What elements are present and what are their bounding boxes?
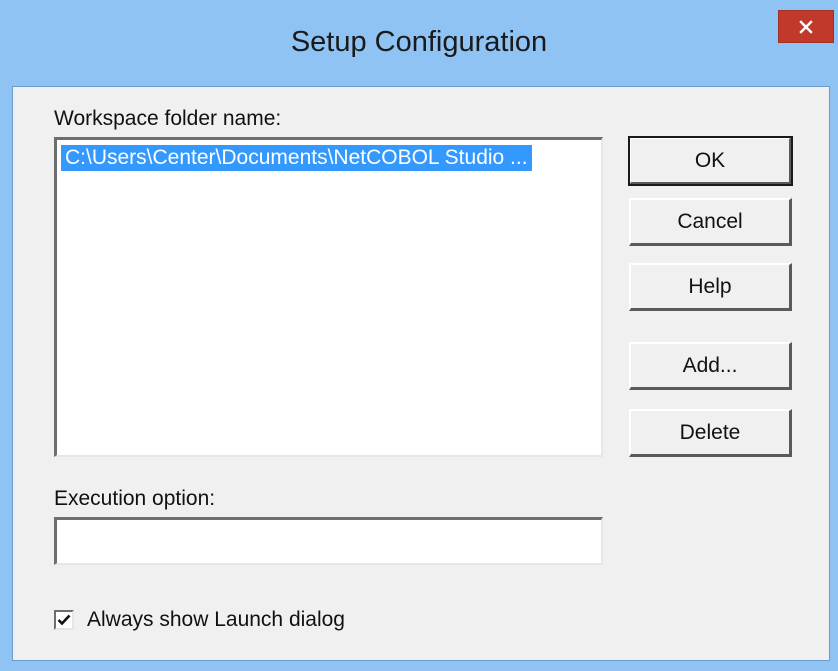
always-show-launch-checkbox[interactable] xyxy=(54,610,74,630)
checkmark-icon xyxy=(57,614,71,626)
dialog-client-area: Workspace folder name: C:\Users\Center\D… xyxy=(12,86,830,661)
cancel-button[interactable]: Cancel xyxy=(629,198,792,246)
workspace-folder-list[interactable]: C:\Users\Center\Documents\NetCOBOL Studi… xyxy=(54,137,603,457)
execution-option-label: Execution option: xyxy=(54,487,216,510)
ok-button[interactable]: OK xyxy=(628,136,793,186)
delete-button[interactable]: Delete xyxy=(629,409,792,457)
always-show-launch-label[interactable]: Always show Launch dialog xyxy=(87,608,345,632)
add-button[interactable]: Add... xyxy=(629,342,792,390)
window-title: Setup Configuration xyxy=(290,26,548,58)
help-button[interactable]: Help xyxy=(629,263,792,311)
execution-option-input[interactable] xyxy=(54,517,603,565)
close-button[interactable] xyxy=(778,10,834,43)
workspace-folder-label: Workspace folder name: xyxy=(54,107,282,130)
title-bar[interactable]: Setup Configuration xyxy=(0,0,838,86)
setup-configuration-window: Setup Configuration Workspace folder nam… xyxy=(0,0,838,671)
close-icon xyxy=(799,19,813,34)
workspace-folder-item[interactable]: C:\Users\Center\Documents\NetCOBOL Studi… xyxy=(61,145,532,171)
